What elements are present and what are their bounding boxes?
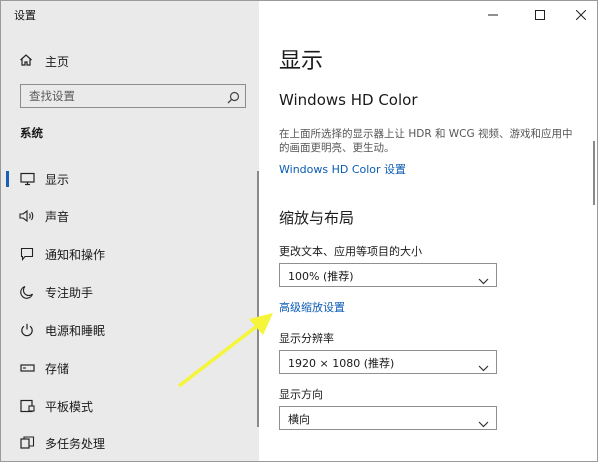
settings-window: 设置 主页 系统 显示 声音: [0, 0, 598, 462]
annotation-arrow-icon: [177, 313, 273, 388]
